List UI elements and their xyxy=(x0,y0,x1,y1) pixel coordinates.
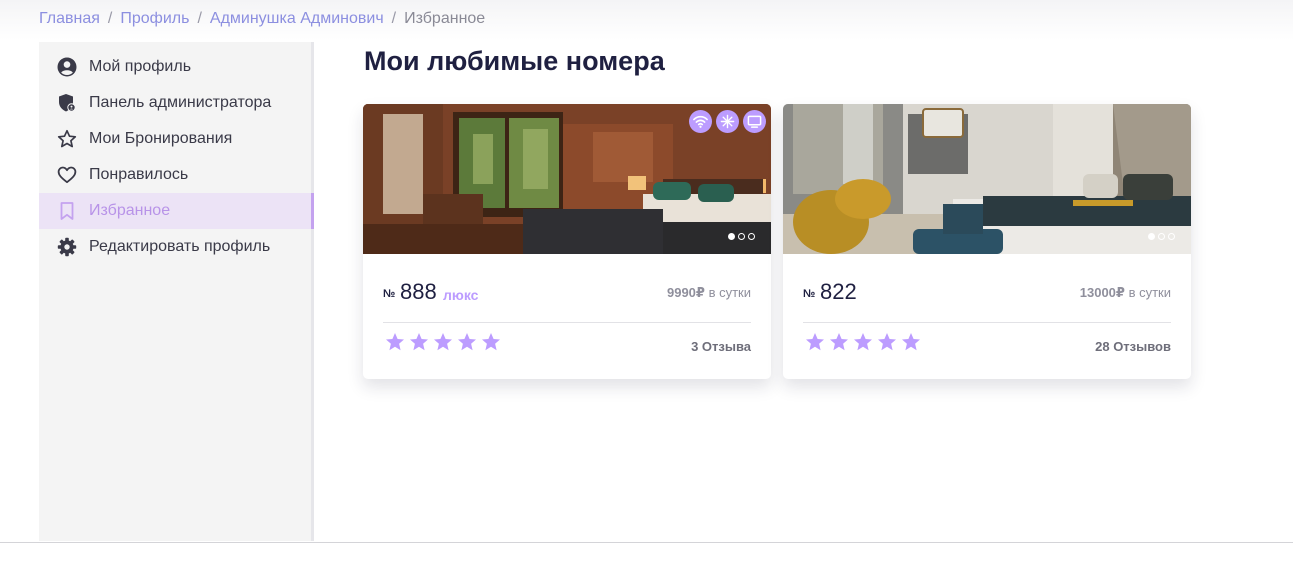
room-price: 13000₽ в сутки xyxy=(1080,285,1171,301)
room-number-sign: № xyxy=(383,288,396,300)
sidebar-item-label: Избранное xyxy=(89,202,171,219)
heart-outline-icon xyxy=(57,165,77,185)
footer-divider xyxy=(0,542,1293,543)
sidebar-item-favorites[interactable]: Избранное xyxy=(39,193,314,229)
sidebar: Мой профиль Панель администратора Мои Бр… xyxy=(39,42,314,541)
sidebar-item-label: Мой профиль xyxy=(89,58,192,75)
star-icon xyxy=(458,333,476,351)
rating-stars xyxy=(385,332,501,352)
star-icon xyxy=(902,333,920,351)
tv-icon xyxy=(743,110,766,133)
photo-slider-dots xyxy=(728,233,755,240)
sidebar-item-admin-panel[interactable]: Панель администратора xyxy=(39,85,311,121)
reviews-count[interactable]: 3 Отзыва xyxy=(691,339,751,354)
star-icon xyxy=(806,333,824,351)
room-header: № 888 люкс 9990₽ в сутки xyxy=(383,279,751,305)
rating-stars xyxy=(805,332,921,352)
price-value: 9990₽ xyxy=(666,285,705,300)
room-photo[interactable] xyxy=(783,104,1191,254)
sidebar-item-label: Редактировать профиль xyxy=(89,238,271,255)
slider-dot[interactable] xyxy=(748,233,755,240)
sidebar-item-my-profile[interactable]: Мой профиль xyxy=(39,49,311,85)
slider-dot[interactable] xyxy=(728,233,735,240)
room-header: № 822 13000₽ в сутки xyxy=(803,279,1171,305)
breadcrumb-separator: / xyxy=(197,10,202,27)
price-unit: в сутки xyxy=(708,285,751,300)
star-icon xyxy=(854,333,872,351)
room-card[interactable]: № 888 люкс 9990₽ в сутки 3 Отзыва xyxy=(363,104,771,379)
breadcrumb-current: Избранное xyxy=(404,10,486,27)
room-features xyxy=(689,110,766,133)
user-circle-icon xyxy=(57,57,77,77)
sidebar-item-label: Панель администратора xyxy=(89,94,272,111)
sidebar-item-label: Мои Бронирования xyxy=(89,130,233,147)
reviews-count[interactable]: 28 Отзывов xyxy=(1095,339,1171,354)
breadcrumb-separator: / xyxy=(391,10,397,27)
gear-icon xyxy=(57,237,77,257)
slider-dot[interactable] xyxy=(738,233,745,240)
card-divider xyxy=(803,322,1171,323)
breadcrumb-separator: / xyxy=(107,10,113,27)
room-number-sign: № xyxy=(803,288,816,300)
room-photo-image xyxy=(783,104,1191,254)
star-icon xyxy=(482,333,500,351)
sidebar-item-bookings[interactable]: Мои Бронирования xyxy=(39,121,311,157)
wifi-icon xyxy=(689,110,712,133)
room-number: 888 xyxy=(400,279,437,304)
price-value: 13000₽ xyxy=(1079,285,1125,300)
card-divider xyxy=(383,322,751,323)
star-icon xyxy=(434,333,452,351)
room-type: люкс xyxy=(443,287,479,303)
room-card[interactable]: № 822 13000₽ в сутки 28 Отзывов xyxy=(783,104,1191,379)
room-price: 9990₽ в сутки xyxy=(667,285,751,301)
sidebar-item-liked[interactable]: Понравилось xyxy=(39,157,311,193)
star-outline-icon xyxy=(57,129,77,149)
slider-dot[interactable] xyxy=(1158,233,1165,240)
room-number: 822 xyxy=(820,279,857,304)
bookmark-icon xyxy=(57,201,77,221)
photo-slider-dots xyxy=(1148,233,1175,240)
breadcrumb-user[interactable]: Админушка Админович xyxy=(210,10,384,28)
slider-dot[interactable] xyxy=(1148,233,1155,240)
room-photo[interactable] xyxy=(363,104,771,254)
breadcrumb-home[interactable]: Главная xyxy=(39,10,100,28)
snowflake-icon xyxy=(716,110,739,133)
breadcrumb: Главная / Профиль / Админушка Админович … xyxy=(39,10,485,28)
star-icon xyxy=(410,333,428,351)
breadcrumb-profile[interactable]: Профиль xyxy=(120,10,189,28)
star-icon xyxy=(386,333,404,351)
star-icon xyxy=(830,333,848,351)
slider-dot[interactable] xyxy=(1168,233,1175,240)
price-unit: в сутки xyxy=(1128,285,1171,300)
star-icon xyxy=(878,333,896,351)
sidebar-item-edit-profile[interactable]: Редактировать профиль xyxy=(39,229,311,265)
sidebar-item-label: Понравилось xyxy=(89,166,189,183)
admin-shield-icon xyxy=(57,93,77,113)
page-title: Мои любимые номера xyxy=(364,46,665,76)
